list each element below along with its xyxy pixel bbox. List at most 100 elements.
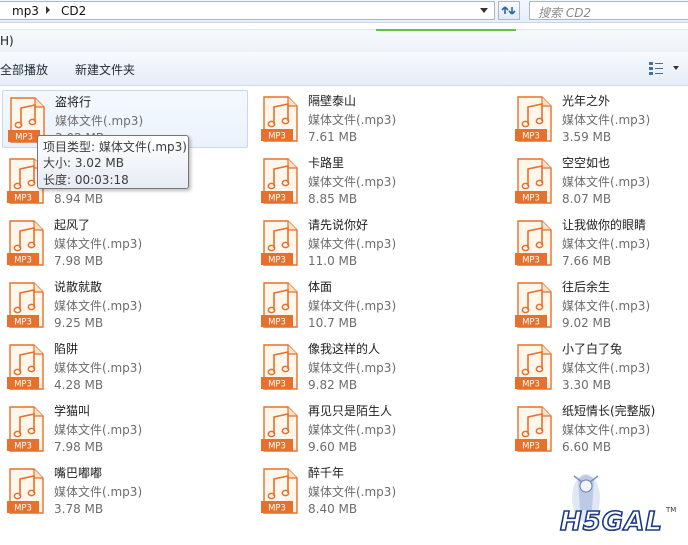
mp3-file-icon: MP3 [260,158,300,204]
file-name: 说散就散 [54,280,103,294]
file-name: 小了白了兔 [562,342,623,356]
file-item[interactable]: MP3 醉千年 媒体文件(.mp3) 8.40 MB [256,462,502,520]
mp3-file-icon: MP3 [6,220,46,266]
file-size: 10.7 MB [308,316,358,330]
file-type: 媒体文件(.mp3) [308,175,397,189]
file-item[interactable]: MP3 纸短情长(完整版) 媒体文件(.mp3) 6.60 MB [510,400,688,458]
svg-text:TM: TM [665,506,676,514]
mp3-file-icon: MP3 [260,406,300,452]
file-size: 3.30 MB [562,378,612,392]
file-name: 往后余生 [562,280,611,294]
file-item[interactable]: MP3 嘴巴嘟嘟 媒体文件(.mp3) 3.78 MB [2,462,248,520]
file-item[interactable]: MP3 陷阱媒体文件(.mp3) 4.28 MB [2,338,248,396]
new-folder-button[interactable]: 新建文件夹 [75,61,135,78]
file-size: 7.98 MB [54,440,104,454]
file-type: 媒体文件(.mp3) [54,237,143,251]
file-size: 4.28 MB [54,378,104,392]
file-item[interactable]: MP3 像我这样的人 媒体文件(.mp3) 9.82 MB [256,338,502,396]
breadcrumb-separator-arrow-icon[interactable] [46,6,50,14]
svg-text:MP3: MP3 [268,380,286,390]
file-item[interactable]: MP3 起风了 媒体文件(.mp3) 7.98 MB [2,214,248,272]
file-size: 9.82 MB [308,378,358,392]
file-type: 媒体文件(.mp3) [308,423,397,437]
file-name: 空空如也 [562,156,611,170]
breadcrumb-mp3[interactable]: mp3 [12,4,39,18]
svg-text:MP3: MP3 [268,318,286,328]
file-name: 起风了 [54,218,91,232]
file-type: 媒体文件(.mp3) [308,299,397,313]
breadcrumb-cd2[interactable]: CD2 [61,4,86,18]
file-type: 媒体文件(.mp3) [308,237,397,251]
file-size: 8.94 MB [54,192,104,206]
address-bar-row: mp3 CD2 搜索 CD2 [0,0,688,23]
file-item[interactable]: MP3 小了白了兔 媒体文件(.mp3) 3.30 MB [510,338,688,396]
mp3-file-icon: MP3 [6,468,46,514]
view-dropdown-icon[interactable] [673,66,679,70]
file-size: 9.25 MB [54,316,104,330]
file-size: 9.02 MB [562,316,612,330]
address-history-dropdown-icon[interactable] [480,8,488,13]
search-input[interactable]: 搜索 CD2 [529,1,688,20]
svg-text:MP3: MP3 [522,380,540,390]
address-bar[interactable]: mp3 CD2 [0,1,495,20]
play-all-button[interactable]: 全部播放 [0,61,48,78]
mp3-file-icon: MP3 [514,406,554,452]
tooltip-type: 项目类型: 媒体文件(.mp3) [43,140,187,154]
svg-text:MP3: MP3 [522,442,540,452]
mp3-file-icon: MP3 [260,344,300,390]
mp3-file-icon: MP3 [514,282,554,328]
file-item[interactable]: MP3 空空如也 媒体文件(.mp3) 8.07 MB [510,152,688,210]
file-name: 盗将行 [55,95,92,109]
svg-text:MP3: MP3 [268,194,286,204]
command-toolbar: 全部播放 新建文件夹 [0,52,688,86]
file-type: 媒体文件(.mp3) [54,361,143,375]
file-item[interactable]: MP3 学猫叫 媒体文件(.mp3) 7.98 MB [2,400,248,458]
search-placeholder: 搜索 CD2 [538,6,592,20]
menu-bar: H) [0,29,688,53]
file-item[interactable]: MP3 再见只是陌生人 媒体文件(.mp3) 9.60 MB [256,400,502,458]
svg-text:MP3: MP3 [522,194,540,204]
file-size: 8.85 MB [308,192,358,206]
file-type: 媒体文件(.mp3) [54,485,143,499]
tooltip-duration: 长度: 00:03:18 [43,173,129,187]
file-name: 让我做你的眼睛 [562,218,647,232]
change-view-button[interactable] [648,60,664,76]
svg-text:MP3: MP3 [522,256,540,266]
file-type: 媒体文件(.mp3) [562,299,651,313]
file-name: 纸短情长(完整版) [562,404,656,418]
file-size: 8.40 MB [308,502,358,516]
menu-help-fragment[interactable]: H) [0,34,14,48]
svg-text:MP3: MP3 [522,318,540,328]
file-type: 媒体文件(.mp3) [562,423,651,437]
file-type: 媒体文件(.mp3) [55,114,144,128]
file-item[interactable]: MP3 体面媒体文件(.mp3) 10.7 MB [256,276,502,334]
refresh-button[interactable] [498,1,520,20]
svg-text:MP3: MP3 [268,256,286,266]
file-item[interactable]: MP3 说散就散 媒体文件(.mp3) 9.25 MB [2,276,248,334]
file-size: 3.78 MB [54,502,104,516]
mp3-file-icon: MP3 [6,406,46,452]
file-name: 醉千年 [308,466,345,480]
file-item[interactable]: MP3 让我做你的眼睛 媒体文件(.mp3) 7.66 MB [510,214,688,272]
mp3-file-icon: MP3 [260,282,300,328]
svg-text:MP3: MP3 [268,504,286,514]
file-name: 请先说你好 [308,218,369,232]
file-item[interactable]: MP3 隔壁泰山 媒体文件(.mp3) 7.61 MB [256,90,502,148]
file-type: 媒体文件(.mp3) [562,237,651,251]
mp3-file-icon: MP3 [514,158,554,204]
file-item[interactable]: MP3 请先说你好媒体文件(.mp3) 11.0 MB [256,214,502,272]
file-item[interactable]: MP3 光年之外 媒体文件(.mp3) 3.59 MB [510,90,688,148]
file-name: 陷阱 [54,342,79,356]
svg-text:MP3: MP3 [14,442,32,452]
file-item[interactable]: MP3 卡路里 媒体文件(.mp3) 8.85 MB [256,152,502,210]
svg-text:MP3: MP3 [14,194,32,204]
svg-text:MP3: MP3 [268,442,286,452]
svg-text:MP3: MP3 [14,380,32,390]
file-item[interactable]: MP3 往后余生媒体文件(.mp3) 9.02 MB [510,276,688,334]
svg-text:MP3: MP3 [268,132,286,142]
file-size: 6.60 MB [562,440,612,454]
file-name: 体面 [308,280,333,294]
tooltip-size: 大小: 3.02 MB [43,156,124,170]
file-size: 11.0 MB [308,254,358,268]
file-type: 媒体文件(.mp3) [562,113,651,127]
